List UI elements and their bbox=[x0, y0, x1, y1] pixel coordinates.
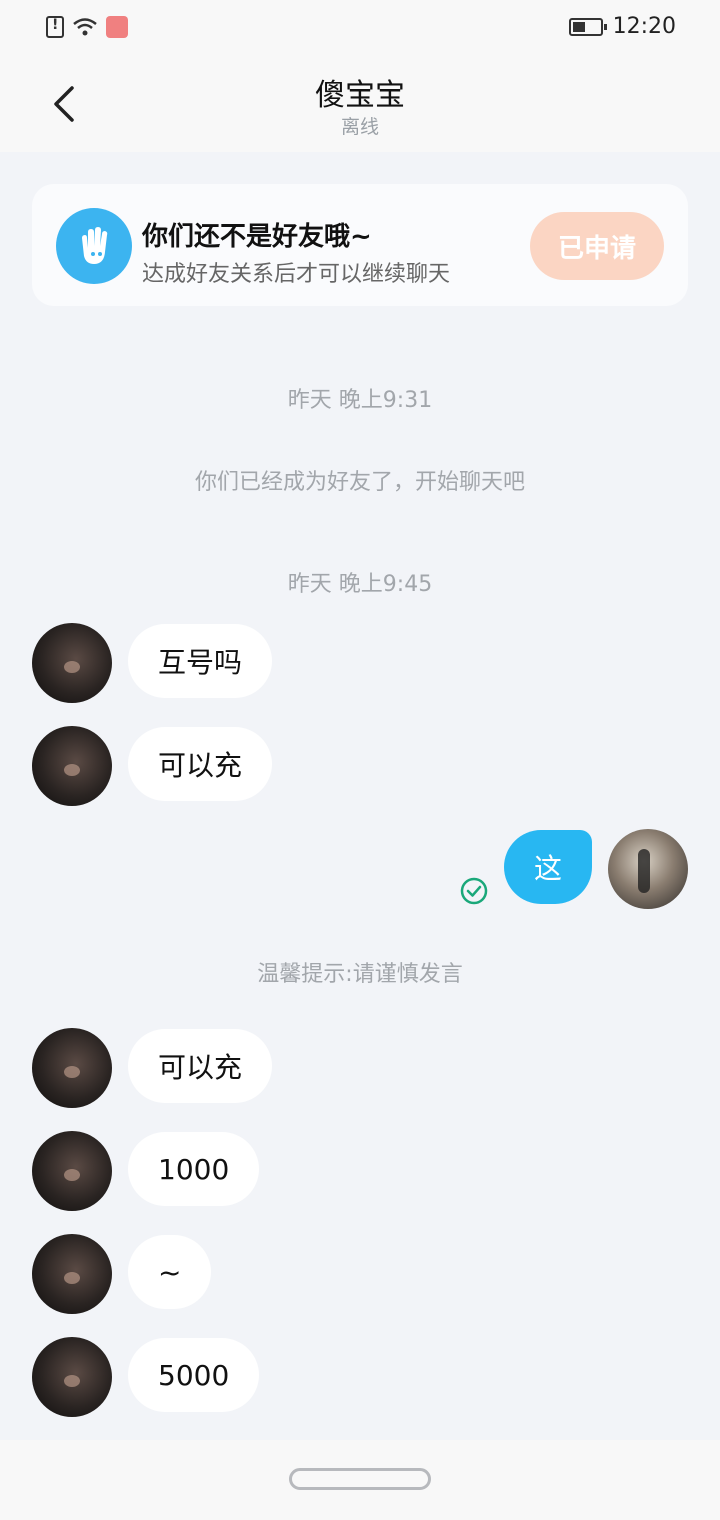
my-avatar[interactable] bbox=[608, 829, 688, 909]
not-friend-card: 你们还不是好友哦~ 达成好友关系后才可以继续聊天 已申请 bbox=[32, 184, 688, 306]
chat-header: 傻宝宝 离线 bbox=[0, 56, 720, 152]
sim-alert-icon bbox=[46, 16, 64, 38]
applied-button[interactable]: 已申请 bbox=[530, 212, 664, 280]
card-subtitle: 达成好友关系后才可以继续聊天 bbox=[142, 262, 451, 287]
incoming-message[interactable]: ~ bbox=[128, 1235, 212, 1309]
contact-status: 离线 bbox=[340, 116, 379, 138]
incoming-message[interactable]: 互号吗 bbox=[128, 624, 273, 698]
contact-avatar[interactable] bbox=[32, 1028, 112, 1108]
warning-notice: 温馨提示:请谨慎发言 bbox=[257, 962, 463, 987]
wave-hand-icon bbox=[56, 208, 132, 284]
outgoing-message[interactable]: 这 bbox=[504, 830, 592, 904]
sent-check-icon bbox=[460, 877, 488, 905]
battery-icon bbox=[568, 17, 607, 36]
contact-avatar[interactable] bbox=[32, 1234, 112, 1314]
contact-avatar[interactable] bbox=[32, 1131, 112, 1211]
wifi-icon bbox=[72, 16, 98, 38]
system-nav-bar bbox=[0, 1440, 720, 1520]
card-title: 你们还不是好友哦~ bbox=[142, 222, 372, 252]
timestamp: 昨天 晚上9:45 bbox=[287, 572, 433, 597]
contact-avatar[interactable] bbox=[32, 623, 112, 703]
status-icons-right: 12:20 bbox=[568, 14, 676, 39]
status-icons-left bbox=[46, 16, 128, 38]
incoming-message[interactable]: 1000 bbox=[128, 1132, 260, 1206]
incoming-message[interactable]: 可以充 bbox=[128, 1029, 273, 1103]
status-bar: 12:20 bbox=[0, 0, 720, 56]
contact-avatar[interactable] bbox=[32, 1337, 112, 1417]
home-indicator[interactable] bbox=[289, 1468, 431, 1490]
contact-avatar[interactable] bbox=[32, 726, 112, 806]
timestamp: 昨天 晚上9:31 bbox=[287, 388, 433, 413]
app-notification-icon bbox=[106, 16, 128, 38]
contact-name: 傻宝宝 bbox=[315, 78, 405, 113]
incoming-message[interactable]: 可以充 bbox=[128, 727, 273, 801]
system-notice: 你们已经成为好友了，开始聊天吧 bbox=[194, 470, 525, 495]
incoming-message[interactable]: 5000 bbox=[128, 1338, 260, 1412]
clock: 12:20 bbox=[612, 14, 676, 39]
